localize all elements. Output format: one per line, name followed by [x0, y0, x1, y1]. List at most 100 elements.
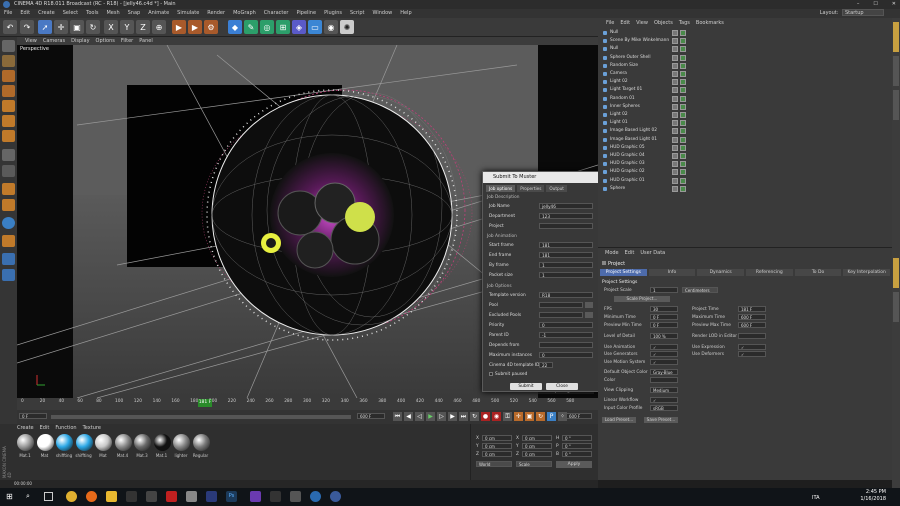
render-view-icon[interactable]: ▶: [172, 20, 186, 34]
visibility-icon[interactable]: [672, 185, 678, 192]
firefox-icon[interactable]: [86, 491, 97, 502]
coord-mode-select[interactable]: World: [476, 461, 512, 467]
material-swatch[interactable]: [95, 434, 112, 451]
material-menu-edit[interactable]: Edit: [40, 425, 50, 431]
close-button[interactable]: Close: [546, 383, 578, 390]
viewport-menu-filter[interactable]: Filter: [121, 37, 133, 45]
render-toggle-icon[interactable]: [680, 71, 686, 77]
objects-menu-tags[interactable]: Tags: [679, 20, 690, 26]
axis-mode-icon[interactable]: [2, 149, 15, 161]
visibility-icon[interactable]: [672, 161, 678, 168]
cinema4d-taskbar-icon[interactable]: [330, 491, 341, 502]
render-picture-viewer-icon[interactable]: ▶: [188, 20, 202, 34]
load-preset-button[interactable]: Load Preset...: [602, 417, 636, 423]
tab-job-options[interactable]: Job options: [486, 185, 516, 192]
z-axis-icon[interactable]: Z: [136, 20, 150, 34]
material-menu-texture[interactable]: Texture: [83, 425, 101, 431]
app-icon[interactable]: [186, 491, 197, 502]
render-toggle-icon[interactable]: [680, 153, 686, 159]
menu-create[interactable]: Create: [38, 9, 55, 18]
attr-field-value[interactable]: ✓: [650, 351, 678, 357]
start-time-field[interactable]: 0 F: [19, 413, 47, 419]
excluded-pools-field[interactable]: [539, 312, 583, 318]
attr-field-value[interactable]: 100 %: [650, 333, 678, 339]
attr-field-value[interactable]: ✓: [650, 359, 678, 365]
visibility-icon[interactable]: [672, 169, 678, 176]
material-swatch[interactable]: [36, 434, 54, 451]
object-row[interactable]: HUD Graphic 02: [600, 168, 888, 176]
attr-field-value[interactable]: ✓: [738, 344, 766, 350]
viewport-menu-cameras[interactable]: Cameras: [43, 37, 65, 45]
language-indicator[interactable]: ITA: [812, 495, 820, 501]
search-icon[interactable]: ⌕: [26, 492, 34, 500]
template-version-select[interactable]: R18: [539, 292, 593, 298]
object-row[interactable]: Camera: [600, 70, 888, 78]
scale-project-button[interactable]: Scale Project...: [614, 296, 670, 302]
material-menu-function[interactable]: Function: [55, 425, 76, 431]
material-menu-create[interactable]: Create: [17, 425, 34, 431]
camera-icon[interactable]: ◉: [324, 20, 338, 34]
content-browser-tab[interactable]: [893, 56, 899, 86]
objects-menu-file[interactable]: File: [606, 20, 614, 26]
timeline-ruler[interactable]: 0 20 40 60 80 100 120 140 160 180 200 220 240 260 280 3…: [17, 398, 598, 410]
end-time-field[interactable]: 600 F: [357, 413, 385, 419]
autokey-icon[interactable]: ◉: [492, 412, 501, 421]
viewport-menu-view[interactable]: View: [25, 37, 37, 45]
layout-selector[interactable]: Layout: Startup: [820, 9, 884, 18]
excluded-pools-browse-button[interactable]: [585, 312, 593, 318]
record-icon[interactable]: ●: [481, 412, 490, 421]
scale-key-icon[interactable]: ▣: [525, 412, 534, 421]
render-toggle-icon[interactable]: [680, 30, 686, 36]
undo-icon[interactable]: ↶: [3, 20, 17, 34]
render-toggle-icon[interactable]: [680, 103, 686, 110]
visibility-icon[interactable]: [672, 54, 678, 61]
object-mode-icon[interactable]: [2, 85, 15, 97]
floor-icon[interactable]: ▭: [308, 20, 322, 34]
coord-system-icon[interactable]: ⊕: [152, 20, 166, 34]
menu-mograph[interactable]: MoGraph: [233, 9, 256, 18]
visibility-icon[interactable]: [672, 136, 678, 143]
polygons-mode-icon[interactable]: [2, 130, 15, 142]
visibility-icon[interactable]: [672, 95, 678, 102]
select-icon[interactable]: ➚: [38, 20, 52, 34]
attr-field-value[interactable]: 181 F: [738, 306, 766, 312]
menu-snap[interactable]: Snap: [128, 9, 141, 18]
position-key-icon[interactable]: ✛: [514, 412, 523, 421]
attr-field-value[interactable]: [650, 377, 678, 383]
visual-studio-icon[interactable]: [250, 491, 261, 502]
task-view-icon[interactable]: [44, 492, 53, 501]
menu-script[interactable]: Script: [350, 9, 365, 18]
object-row[interactable]: Light 02: [600, 78, 888, 86]
object-row[interactable]: HUD Graphic 05: [600, 144, 888, 152]
render-toggle-icon[interactable]: [680, 87, 686, 94]
department-field[interactable]: 123: [539, 213, 593, 219]
menu-character[interactable]: Character: [264, 9, 289, 18]
objects-menu-edit[interactable]: Edit: [620, 20, 630, 26]
attr-field-value[interactable]: 0 F: [650, 322, 678, 328]
attr-field-value[interactable]: ✓: [650, 344, 678, 350]
start-frame-field[interactable]: 181: [539, 242, 593, 248]
viewport-menu-panel[interactable]: Panel: [139, 37, 153, 45]
object-row[interactable]: Light 02: [600, 111, 888, 119]
array-icon[interactable]: ⊞: [276, 20, 290, 34]
render-toggle-icon[interactable]: [680, 54, 686, 61]
object-row[interactable]: Null: [600, 29, 888, 37]
objects-tab[interactable]: [893, 22, 899, 52]
layout-dropdown[interactable]: Startup: [842, 9, 884, 16]
parameter-key-icon[interactable]: P: [547, 412, 556, 421]
attr-field-value[interactable]: 600 F: [738, 322, 766, 328]
object-row[interactable]: Random Size: [600, 62, 888, 70]
render-toggle-icon[interactable]: [680, 128, 686, 135]
priority-field[interactable]: 0: [539, 322, 593, 328]
object-row[interactable]: Light Target 01: [600, 86, 888, 94]
windows-start-icon[interactable]: ⊞: [6, 493, 14, 501]
layers-tab[interactable]: [893, 292, 899, 322]
coord-value-field[interactable]: 0 °: [562, 435, 592, 441]
spline-icon[interactable]: ✎: [244, 20, 258, 34]
attr-field-value[interactable]: 1: [650, 287, 678, 293]
apply-button[interactable]: Apply: [556, 461, 592, 468]
submit-button[interactable]: Submit: [510, 383, 542, 390]
viewport-menu-options[interactable]: Options: [96, 37, 115, 45]
material-swatch[interactable]: [153, 434, 171, 451]
pin-icon[interactable]: [146, 491, 157, 502]
